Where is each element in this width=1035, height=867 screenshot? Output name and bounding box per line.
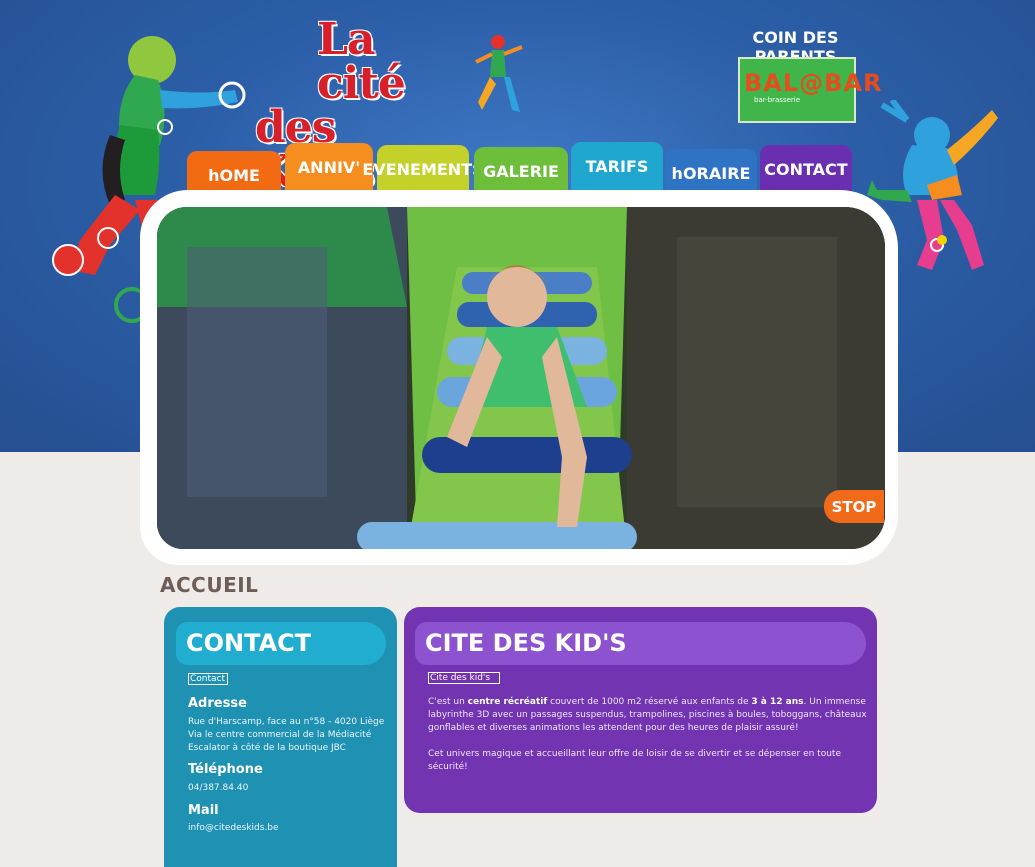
nav-tab-contact[interactable]: CONTACT	[760, 145, 852, 195]
nav-tab-label: CONTACT	[764, 159, 848, 179]
slideshow-image	[157, 207, 885, 549]
nav-tab-anniv[interactable]: ANNIV'	[285, 143, 373, 193]
phone-heading: Téléphone	[188, 762, 263, 777]
intro-paragraph-1: C'est un centre récréatif couvert de 100…	[428, 696, 868, 735]
contact-panel-title: CONTACT	[186, 629, 312, 657]
page-title: ACCUEIL	[160, 573, 259, 597]
nav-tab-label: GALERIE	[483, 161, 559, 181]
intro-image-placeholder: Cite des kid's	[428, 672, 500, 684]
intro-paragraph-2: Cet univers magique et accueillant leur …	[428, 749, 841, 772]
logo-line-1: La cité	[317, 14, 406, 109]
address-line-3: Escalator à côté de la boutique JBC	[188, 743, 346, 753]
nav-tab-evenements[interactable]: EVENEMENTS	[362, 145, 484, 195]
nav-tab-tarifs[interactable]: TARIFS	[571, 142, 663, 192]
intro-panel-title: CITE DES KID'S	[425, 629, 627, 657]
nav-tab-label: hORAIRE	[671, 163, 751, 183]
contact-image-placeholder: Contact	[188, 673, 228, 685]
highlight-centre: centre récréatif	[467, 697, 548, 707]
address-line-1: Rue d'Harscamp, face au n°58 - 4020 Lièg…	[188, 717, 385, 727]
balbar-label: BAL@BAR	[744, 69, 883, 97]
balbar-sub-label: bar-brasserie	[754, 96, 801, 104]
nav-tab-label: hOME	[208, 165, 260, 185]
nav-tab-label: ANNIV'	[297, 157, 361, 177]
intro-text: C'est un centre récréatif couvert de 100…	[428, 696, 868, 774]
address-heading: Adresse	[188, 696, 247, 711]
balbar-logo[interactable]: BAL@BAR bar-brasserie	[738, 57, 882, 123]
phone-number[interactable]: 04/387.84.40	[188, 782, 248, 795]
slideshow-stop-button[interactable]: STOP	[824, 490, 884, 523]
text-span: C'est un	[428, 697, 468, 707]
playground-photo	[157, 207, 885, 549]
small-kid-illustration	[475, 35, 523, 112]
mail-link[interactable]: info@citedeskids.be	[188, 822, 279, 835]
mail-heading: Mail	[188, 803, 219, 818]
highlight-ages: 3 à 12 ans	[751, 697, 804, 707]
address-line-2: Via le centre commercial de la Médiacité	[188, 730, 372, 740]
nav-tab-label: EVENEMENTS	[362, 159, 484, 179]
text-span: couvert de 1000 m2 réservé aux enfants d…	[547, 697, 752, 707]
nav-tab-label: TARIFS	[585, 156, 649, 176]
